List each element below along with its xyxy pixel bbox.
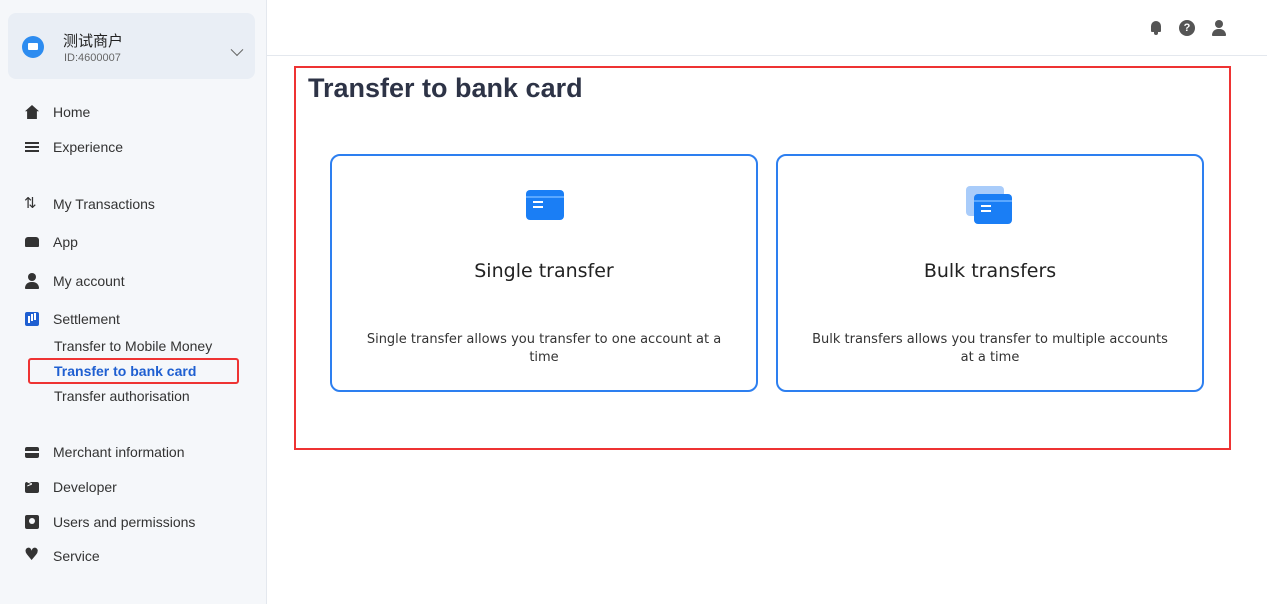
sidebar-item-label: App [53,234,78,250]
help-icon[interactable]: ? [1179,20,1195,36]
sidebar-item-label: Service [53,548,100,564]
sidebar-item-label: Users and permissions [53,514,196,530]
sidebar-item-experience[interactable]: Experience [0,132,267,162]
card-description: Single transfer allows you transfer to o… [366,332,722,365]
top-header: ? [267,0,1267,56]
sidebar-item-label: Merchant information [53,444,185,460]
contacts-icon [25,515,39,529]
home-icon [25,105,39,119]
merchant-icon [25,447,39,458]
settlement-chart-icon [25,312,39,326]
multiple-cards-icon [966,186,1012,224]
bell-icon[interactable] [1148,20,1164,36]
sidebar-item-label: Settlement [53,311,120,327]
sidebar-item-app[interactable]: App [0,227,267,257]
sidebar-item-developer[interactable]: Developer [0,472,267,502]
sidebar-item-users[interactable]: Users and permissions [0,507,267,537]
sidebar-subitem-transfer-authorisation[interactable]: Transfer authorisation [54,388,190,404]
sidebar-item-transactions[interactable]: My Transactions [0,189,267,219]
merchant-avatar-icon [22,36,44,58]
active-item-highlight [28,358,239,384]
user-icon [25,273,39,289]
terminal-icon [25,479,39,493]
page-title: Transfer to bank card [308,73,583,103]
sidebar-item-service[interactable]: Service [0,541,267,571]
bulk-transfers-card[interactable]: Bulk transfers Bulk transfers allows you… [776,154,1204,392]
card-title: Bulk transfers [923,260,1057,282]
card-title: Single transfer [474,260,614,282]
merchant-id: ID:4600007 [64,52,121,64]
card-description: Bulk transfers allows you transfer to mu… [812,332,1168,365]
heart-icon [24,545,39,565]
sidebar: 测试商户 ID:4600007 Home Experience My Trans… [0,0,267,604]
sidebar-item-label: My account [53,273,125,289]
sidebar-item-label: My Transactions [53,196,155,212]
experience-icon [25,142,39,152]
merchant-name: 测试商户 [63,33,124,50]
sidebar-item-label: Experience [53,139,124,155]
sidebar-item-merchant-info[interactable]: Merchant information [0,437,267,467]
sidebar-item-label: Home [53,104,91,120]
single-transfer-card[interactable]: Single transfer Single transfer allows y… [330,154,758,392]
sidebar-item-settlement[interactable]: Settlement [0,304,267,334]
sidebar-subitem-transfer-mobile-money[interactable]: Transfer to Mobile Money [54,338,212,354]
bank-card-icon [526,190,564,222]
sidebar-item-account[interactable]: My account [0,266,267,296]
transactions-icon [24,194,39,212]
sidebar-item-label: Developer [53,479,117,495]
user-profile-icon[interactable] [1211,20,1227,36]
merchant-switcher[interactable]: 测试商户 ID:4600007 [8,13,255,79]
sidebar-item-home[interactable]: Home [0,97,267,127]
chevron-down-icon[interactable] [230,43,244,57]
android-icon [25,237,39,247]
